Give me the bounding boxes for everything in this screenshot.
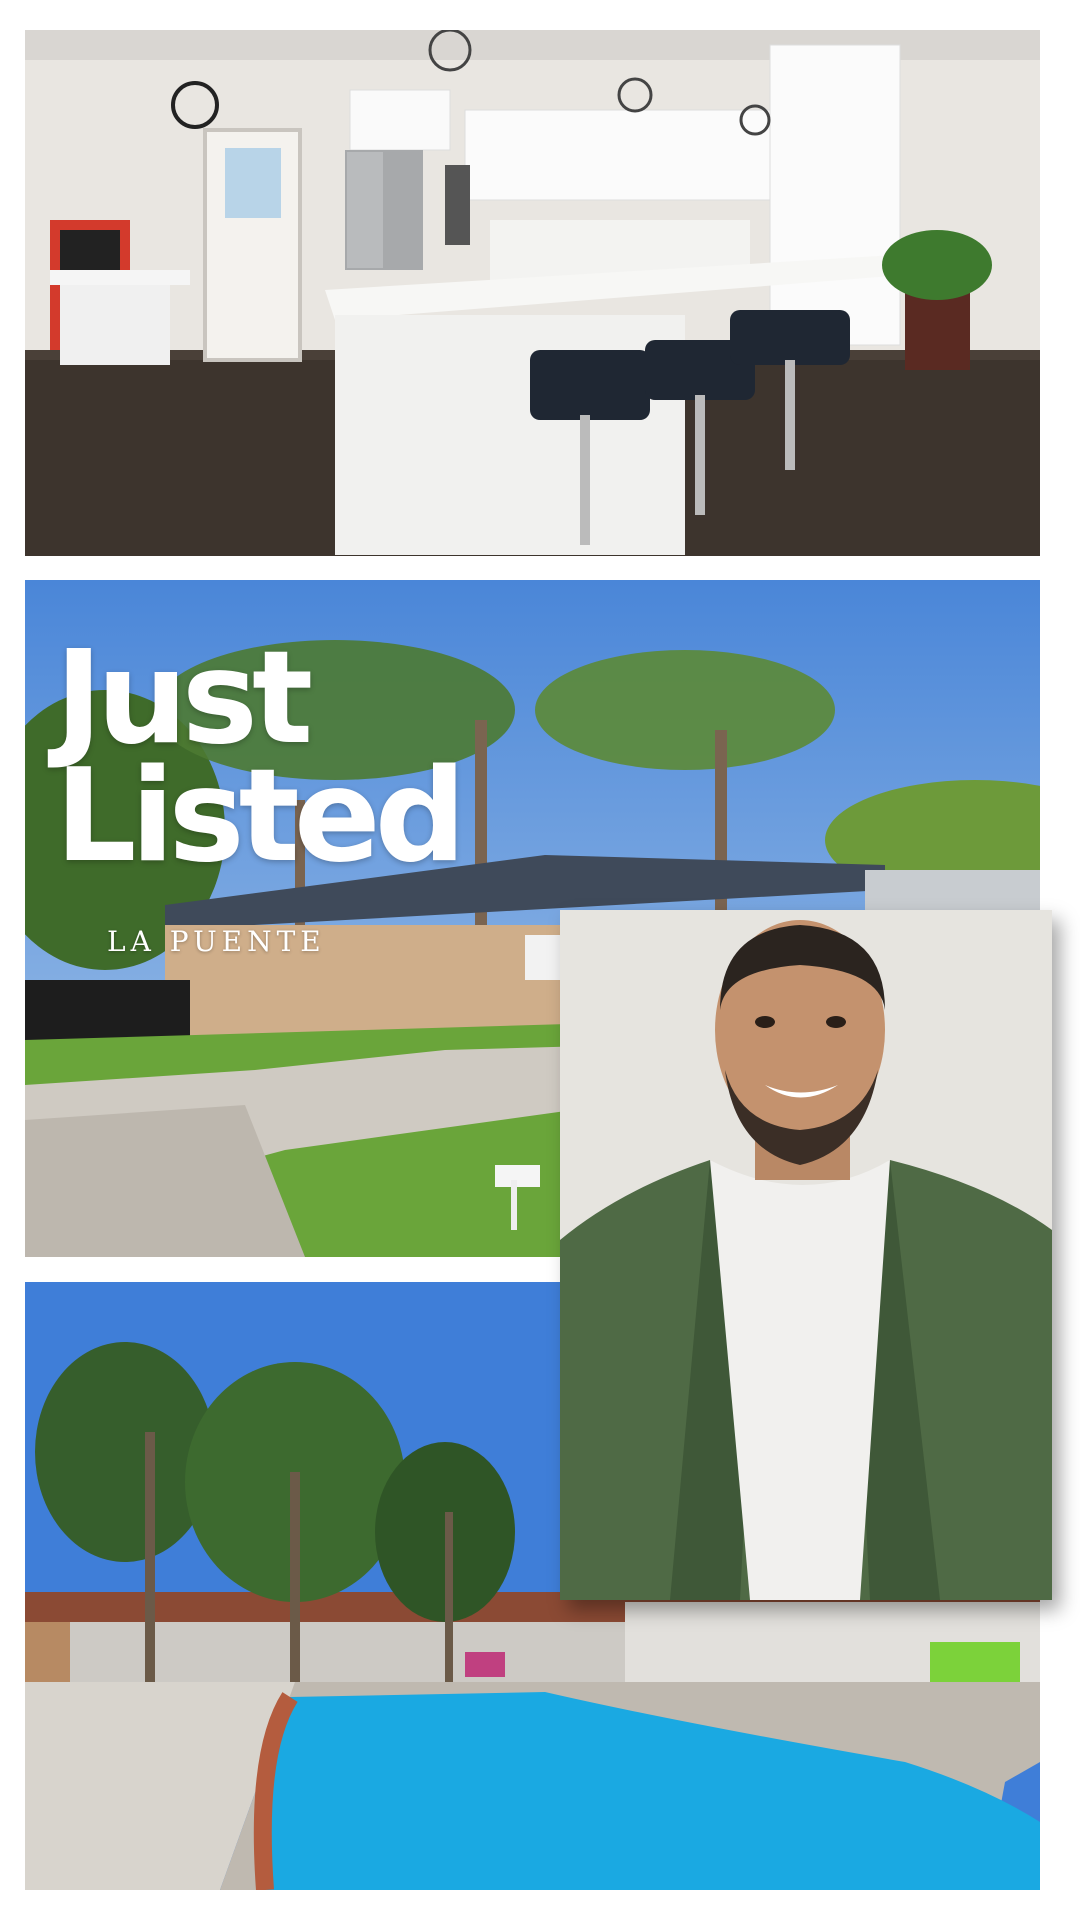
agent-portrait	[560, 910, 1052, 1600]
location-label: LA PUENTE	[107, 925, 326, 958]
headline-line-2: Listed	[55, 742, 466, 891]
headline-line-1: Just	[55, 624, 313, 773]
kitchen-photo	[25, 30, 1040, 556]
headline: Just Listed	[55, 624, 466, 891]
